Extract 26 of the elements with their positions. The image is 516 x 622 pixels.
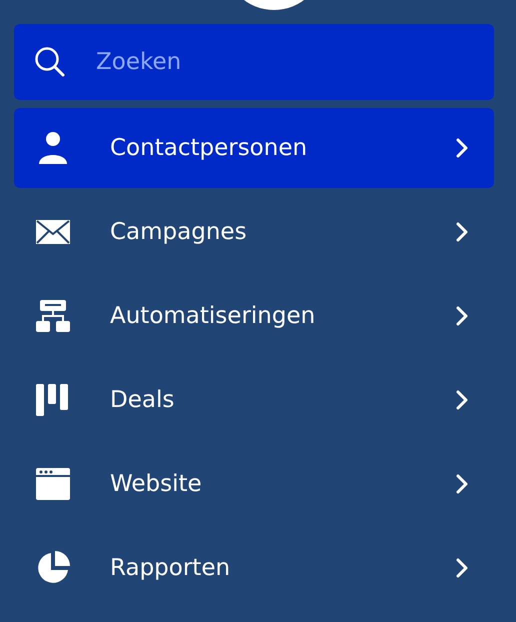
pie-chart-icon bbox=[36, 551, 70, 585]
nav-label: Contactpersonen bbox=[110, 135, 308, 161]
person-icon bbox=[36, 132, 70, 164]
browser-window-icon bbox=[36, 468, 70, 500]
nav-item[interactable]: Campagnes bbox=[14, 192, 494, 272]
search-field[interactable]: Zoeken bbox=[14, 24, 494, 100]
envelope-icon bbox=[36, 220, 70, 244]
sitemap-icon bbox=[36, 300, 70, 332]
nav-item[interactable]: Contactpersonen bbox=[14, 108, 494, 188]
chevron-right-icon bbox=[456, 390, 468, 410]
nav-item[interactable]: Rapporten bbox=[14, 528, 494, 608]
nav-label: Campagnes bbox=[110, 219, 248, 245]
kanban-icon bbox=[36, 384, 70, 416]
nav-item[interactable]: Website bbox=[14, 444, 494, 524]
nav-label: Rapporten bbox=[110, 555, 232, 581]
chevron-right-icon bbox=[456, 222, 468, 242]
nav-label: Automatiseringen bbox=[110, 303, 316, 329]
nav-label: Website bbox=[110, 471, 203, 497]
chevron-right-icon bbox=[456, 138, 468, 158]
chevron-right-icon bbox=[456, 306, 468, 326]
nav-item[interactable]: Automatiseringen bbox=[14, 276, 494, 356]
chevron-right-icon bbox=[456, 474, 468, 494]
nav-label: Deals bbox=[110, 387, 176, 413]
search-icon bbox=[34, 46, 66, 78]
nav-item[interactable]: Deals bbox=[14, 360, 494, 440]
chevron-right-icon bbox=[456, 558, 468, 578]
